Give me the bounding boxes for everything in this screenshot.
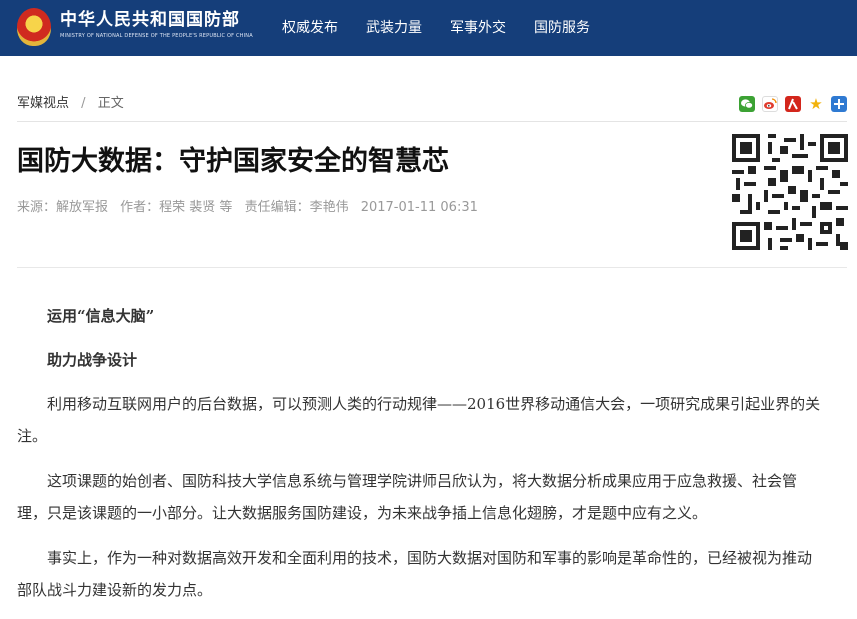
nav-item-armed-forces[interactable]: 武装力量 xyxy=(352,0,436,56)
breadcrumb: 军媒视点 / 正文 xyxy=(17,95,124,113)
breadcrumb-section-link[interactable]: 军媒视点 xyxy=(17,96,69,111)
article-paragraph: 这项课题的始创者、国防科技大学信息系统与管理学院讲师吕欣认为，将大数据分析成果应… xyxy=(17,472,798,522)
renren-icon[interactable] xyxy=(785,96,801,112)
qr-code xyxy=(732,134,848,250)
article-author: 作者：程荣 裴贤 等 xyxy=(120,200,233,215)
top-bar: ★ 中华人民共和国国防部 MINISTRY OF NATIONAL DEFENS… xyxy=(0,0,857,56)
article-paragraph: 事实上，作为一种对数据高效开发和全面利用的技术，国防大数据对国防和军事的影响是革… xyxy=(17,549,813,599)
article-date: 2017-01-11 06:31 xyxy=(360,200,478,215)
breadcrumb-separator: / xyxy=(81,96,86,111)
article-editor: 责任编辑：李艳伟 xyxy=(244,200,349,215)
more-share-icon[interactable] xyxy=(831,96,847,112)
site-title[interactable]: 中华人民共和国国防部 xyxy=(60,10,240,30)
article-paragraph: 利用移动互联网用户的后台数据，可以预测人类的行动规律——2016世界移动通信大会… xyxy=(17,395,821,445)
nav-item-military-diplomacy[interactable]: 军事外交 xyxy=(436,0,520,56)
qzone-icon[interactable]: ★ xyxy=(808,96,824,112)
site-subtitle: MINISTRY OF NATIONAL DEFENSE OF THE PEOP… xyxy=(60,33,253,39)
main-nav: 权威发布 武装力量 军事外交 国防服务 xyxy=(268,0,604,56)
nav-item-defense-services[interactable]: 国防服务 xyxy=(520,0,604,56)
divider xyxy=(17,121,847,122)
weibo-icon[interactable] xyxy=(762,96,778,112)
nav-item-authoritative-release[interactable]: 权威发布 xyxy=(268,0,352,56)
divider xyxy=(17,267,847,268)
article-source: 来源：解放军报 xyxy=(17,200,109,215)
article-meta: 来源：解放军报 作者：程荣 裴贤 等 责任编辑：李艳伟 2017-01-11 0… xyxy=(17,199,486,217)
share-bar: ★ xyxy=(732,96,847,112)
breadcrumb-current: 正文 xyxy=(97,96,124,111)
wechat-icon[interactable] xyxy=(739,96,755,112)
article-title: 国防大数据：守护国家安全的智慧芯 xyxy=(17,146,449,177)
article-body: 运用“信息大脑” 助力战争设计 利用移动互联网用户的后台数据，可以预测人类的行动… xyxy=(17,300,825,619)
national-emblem-icon[interactable]: ★ xyxy=(17,8,51,46)
article-subhead: 运用“信息大脑” xyxy=(47,307,155,325)
article-subhead: 助力战争设计 xyxy=(47,351,138,369)
